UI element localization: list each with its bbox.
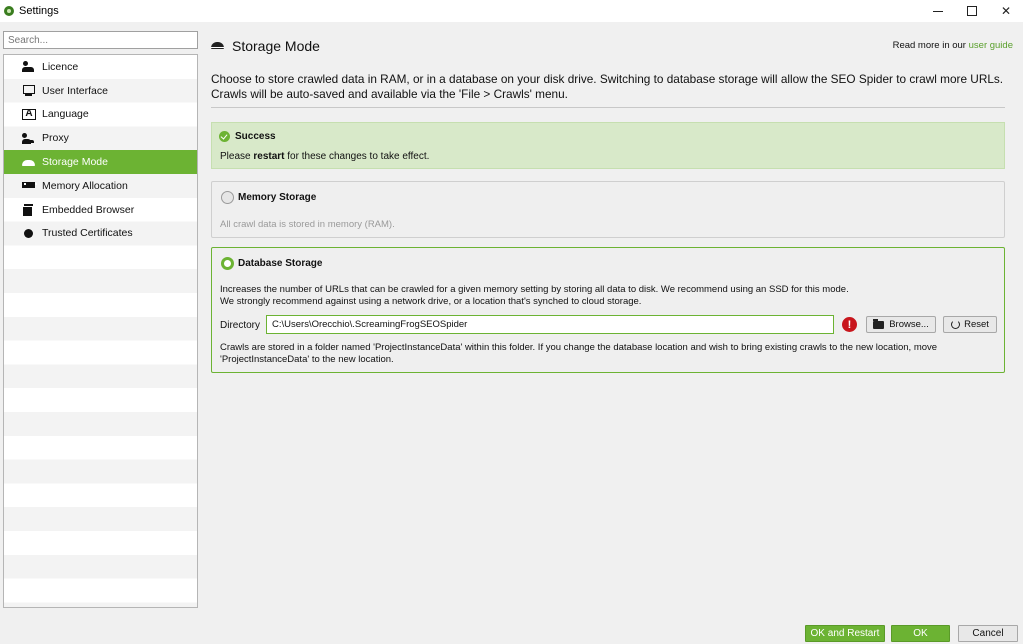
sidebar-item-storage-mode[interactable]: Storage Mode bbox=[4, 150, 197, 174]
page-header: Storage Mode bbox=[211, 36, 1004, 56]
memory-storage-radio[interactable] bbox=[221, 191, 234, 204]
ok-and-restart-button[interactable]: OK and Restart bbox=[805, 625, 885, 642]
sidebar-item-embedded-browser[interactable]: Embedded Browser bbox=[4, 198, 197, 222]
licence-icon bbox=[22, 61, 36, 73]
certificate-icon bbox=[22, 228, 36, 239]
browser-icon bbox=[22, 204, 36, 218]
sidebar-item-label: Embedded Browser bbox=[42, 203, 135, 216]
database-description-line-1: Increases the number of URLs that can be… bbox=[220, 284, 849, 295]
reset-icon bbox=[951, 320, 961, 329]
intro-text: Choose to store crawled data in RAM, or … bbox=[211, 72, 1004, 101]
database-storage-label[interactable]: Database Storage bbox=[238, 258, 322, 269]
success-message-bold: restart bbox=[253, 151, 285, 162]
sidebar-item-user-interface[interactable]: User Interface bbox=[4, 79, 197, 103]
sidebar-item-licence[interactable]: Licence bbox=[4, 55, 197, 79]
success-title-text: Success bbox=[235, 131, 276, 142]
database-location-note: Crawls are stored in a folder named 'Pro… bbox=[220, 342, 938, 365]
title-bar: Settings ✕ bbox=[0, 0, 1023, 22]
database-description-line-2: We strongly recommend against using a ne… bbox=[220, 296, 642, 307]
sidebar-item-label: Memory Allocation bbox=[42, 179, 128, 192]
divider bbox=[211, 107, 1005, 108]
success-title: Success bbox=[219, 131, 276, 142]
directory-label: Directory bbox=[220, 320, 261, 331]
page-title: Storage Mode bbox=[232, 38, 320, 54]
close-button[interactable]: ✕ bbox=[989, 0, 1023, 22]
proxy-icon bbox=[22, 132, 36, 144]
storage-icon bbox=[211, 41, 225, 51]
success-message-prefix: Please bbox=[220, 151, 254, 162]
sidebar-item-label: Licence bbox=[42, 60, 79, 73]
memory-storage-card: Memory Storage All crawl data is stored … bbox=[211, 181, 1005, 238]
sidebar-item-language[interactable]: A Language bbox=[4, 103, 197, 127]
sidebar-item-label: Language bbox=[42, 108, 89, 121]
sidebar-item-memory-allocation[interactable]: Memory Allocation bbox=[4, 174, 197, 198]
storage-icon bbox=[22, 157, 36, 168]
memory-icon bbox=[22, 180, 37, 191]
sidebar-list: Licence User Interface A Language Proxy … bbox=[4, 55, 197, 245]
window-title: Settings bbox=[19, 5, 59, 17]
language-icon: A bbox=[22, 108, 36, 120]
sidebar-item-label: Storage Mode bbox=[42, 156, 108, 169]
memory-storage-description: All crawl data is stored in memory (RAM)… bbox=[220, 219, 395, 230]
browse-button[interactable]: Browse... bbox=[866, 316, 936, 333]
search-input[interactable] bbox=[3, 31, 198, 49]
success-message: Please restart for these changes to take… bbox=[220, 151, 429, 162]
sidebar-item-label: User Interface bbox=[42, 84, 108, 97]
database-storage-card: Database Storage Increases the number of… bbox=[211, 247, 1005, 373]
window-controls: ✕ bbox=[921, 0, 1023, 22]
error-icon: ! bbox=[842, 317, 857, 332]
frog-icon bbox=[3, 5, 15, 17]
sidebar-item-label: Proxy bbox=[42, 132, 69, 145]
folder-icon bbox=[873, 318, 885, 329]
reset-button-label: Reset bbox=[964, 319, 989, 330]
success-message-suffix: for these changes to take effect. bbox=[284, 151, 430, 162]
sidebar-item-label: Trusted Certificates bbox=[42, 227, 133, 240]
user-guide-link[interactable]: user guide bbox=[969, 40, 1013, 51]
memory-storage-label[interactable]: Memory Storage bbox=[238, 192, 316, 203]
database-storage-radio[interactable] bbox=[221, 257, 234, 270]
settings-sidebar: Licence User Interface A Language Proxy … bbox=[3, 54, 198, 608]
monitor-icon bbox=[22, 85, 36, 97]
database-storage-description: Increases the number of URLs that can be… bbox=[220, 284, 1000, 308]
sidebar-item-trusted-certificates[interactable]: Trusted Certificates bbox=[4, 222, 197, 246]
sidebar-item-proxy[interactable]: Proxy bbox=[4, 126, 197, 150]
browse-button-label: Browse... bbox=[889, 319, 929, 330]
cancel-button[interactable]: Cancel bbox=[958, 625, 1018, 642]
read-more-prefix: Read more in our bbox=[892, 40, 969, 51]
minimize-button[interactable] bbox=[921, 0, 955, 22]
maximize-button[interactable] bbox=[955, 0, 989, 22]
directory-field[interactable] bbox=[266, 315, 834, 334]
read-more-text: Read more in our user guide bbox=[893, 40, 1013, 51]
success-banner: Success Please restart for these changes… bbox=[211, 122, 1005, 169]
reset-button[interactable]: Reset bbox=[943, 316, 997, 333]
ok-button[interactable]: OK bbox=[891, 625, 950, 642]
check-circle-icon bbox=[219, 131, 230, 142]
